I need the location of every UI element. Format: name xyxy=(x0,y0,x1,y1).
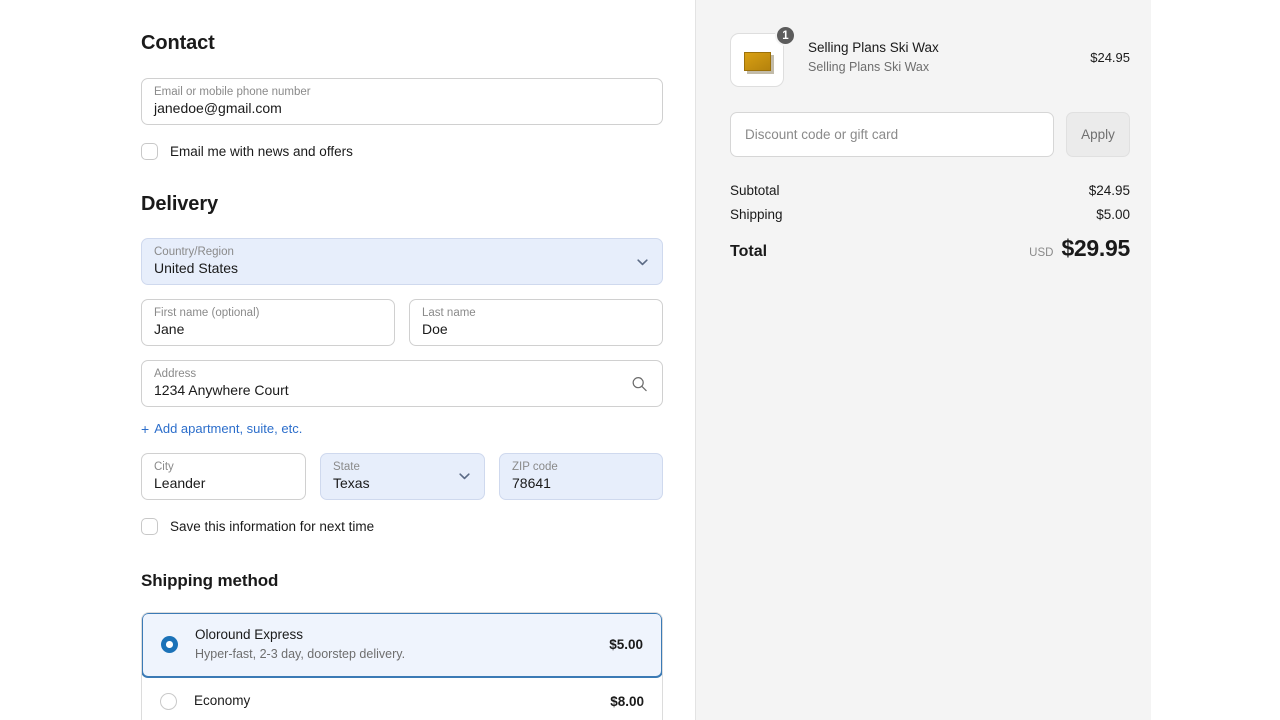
currency-code: USD xyxy=(1029,247,1054,259)
last-name-field[interactable]: Last name Doe xyxy=(409,299,663,346)
shipping-option-economy[interactable]: Economy $8.00 xyxy=(142,677,662,720)
zip-code-value: 78641 xyxy=(512,474,551,491)
contact-section-title: Contact xyxy=(141,32,215,54)
shipping-option-price: $5.00 xyxy=(609,637,643,652)
grand-total-label: Total xyxy=(730,243,768,260)
quantity-badge: 1 xyxy=(775,25,796,46)
zip-code-label: ZIP code xyxy=(512,460,558,473)
add-apartment-link[interactable]: + Add apartment, suite, etc. xyxy=(141,421,302,436)
shipping-total-row: Shipping $5.00 xyxy=(730,207,1130,222)
ski-wax-icon xyxy=(744,52,771,71)
newsletter-checkbox-row[interactable]: Email me with news and offers xyxy=(141,143,663,160)
first-name-field[interactable]: First name (optional) Jane xyxy=(141,299,395,346)
city-value: Leander xyxy=(154,474,206,491)
email-field-value: janedoe@gmail.com xyxy=(154,100,282,116)
address-label: Address xyxy=(154,368,197,380)
product-thumbnail-wrap: 1 xyxy=(730,25,796,87)
save-info-checkbox-row[interactable]: Save this information for next time xyxy=(141,517,663,535)
shipping-total-label: Shipping xyxy=(730,207,783,222)
product-variant: Selling Plans Ski Wax xyxy=(808,59,930,74)
zip-code-field[interactable]: ZIP code 78641 xyxy=(499,452,663,500)
subtotal-label: Subtotal xyxy=(730,183,780,198)
product-price: $24.95 xyxy=(1090,49,1130,65)
newsletter-checkbox-label: Email me with news and offers xyxy=(170,144,353,159)
subtotal-value: $24.95 xyxy=(1088,183,1130,198)
address-field[interactable]: Address 1234 Anywhere Court xyxy=(141,360,663,407)
shipping-option-name: Economy xyxy=(194,693,251,708)
shipping-method-title: Shipping method xyxy=(141,570,279,590)
save-info-checkbox-label: Save this information for next time xyxy=(170,518,375,534)
shipping-method-list: Oloround Express Hyper-fast, 2-3 day, do… xyxy=(141,611,663,720)
search-icon[interactable] xyxy=(631,375,648,392)
newsletter-checkbox[interactable] xyxy=(141,143,158,160)
checkout-form-column: Contact Email or mobile phone number jan… xyxy=(0,0,696,720)
shipping-option-price: $8.00 xyxy=(610,693,644,709)
state-value: Texas xyxy=(333,474,370,491)
save-info-checkbox[interactable] xyxy=(141,517,158,535)
last-name-value: Doe xyxy=(422,321,448,337)
grand-total-row: Total USD $29.95 xyxy=(730,235,1130,262)
order-totals: Subtotal $24.95 Shipping $5.00 Total USD… xyxy=(730,183,1130,262)
add-apartment-link-label: Add apartment, suite, etc. xyxy=(154,421,303,436)
order-line-item: 1 Selling Plans Ski Wax Selling Plans Sk… xyxy=(730,25,1130,87)
address-value: 1234 Anywhere Court xyxy=(154,382,289,398)
city-field[interactable]: City Leander xyxy=(141,452,306,500)
discount-code-input[interactable]: Discount code or gift card xyxy=(730,112,1054,157)
email-field-label: Email or mobile phone number xyxy=(154,86,311,98)
discount-row: Discount code or gift card Apply xyxy=(730,112,1130,157)
first-name-label: First name (optional) xyxy=(154,307,260,319)
checkout-page: Contact Email or mobile phone number jan… xyxy=(0,0,1280,720)
shipping-option-radio[interactable] xyxy=(160,692,177,710)
state-select[interactable]: State Texas xyxy=(320,452,485,500)
plus-icon: + xyxy=(141,420,150,437)
first-name-value: Jane xyxy=(154,321,185,337)
page-right-margin xyxy=(1151,0,1280,720)
state-label: State xyxy=(333,460,360,473)
shipping-option-description: Hyper-fast, 2-3 day, doorstep delivery. xyxy=(195,647,406,661)
apply-discount-button[interactable]: Apply xyxy=(1066,112,1130,157)
shipping-option-radio-selected[interactable] xyxy=(161,636,178,653)
country-region-value: United States xyxy=(154,260,239,276)
city-label: City xyxy=(154,460,174,473)
shipping-total-value: $5.00 xyxy=(1096,207,1130,222)
country-region-label: Country/Region xyxy=(154,246,234,258)
order-summary-column: 1 Selling Plans Ski Wax Selling Plans Sk… xyxy=(696,0,1151,720)
product-title: Selling Plans Ski Wax xyxy=(808,39,939,55)
grand-total-value: $29.95 xyxy=(1061,235,1130,261)
last-name-label: Last name xyxy=(422,307,476,319)
country-region-select[interactable]: Country/Region United States xyxy=(141,238,663,285)
email-field[interactable]: Email or mobile phone number janedoe@gma… xyxy=(141,78,663,125)
shipping-option-name: Oloround Express xyxy=(195,627,304,642)
delivery-section-title: Delivery xyxy=(141,193,219,215)
shipping-option-oloround-express[interactable]: Oloround Express Hyper-fast, 2-3 day, do… xyxy=(142,612,662,678)
subtotal-row: Subtotal $24.95 xyxy=(730,183,1130,198)
